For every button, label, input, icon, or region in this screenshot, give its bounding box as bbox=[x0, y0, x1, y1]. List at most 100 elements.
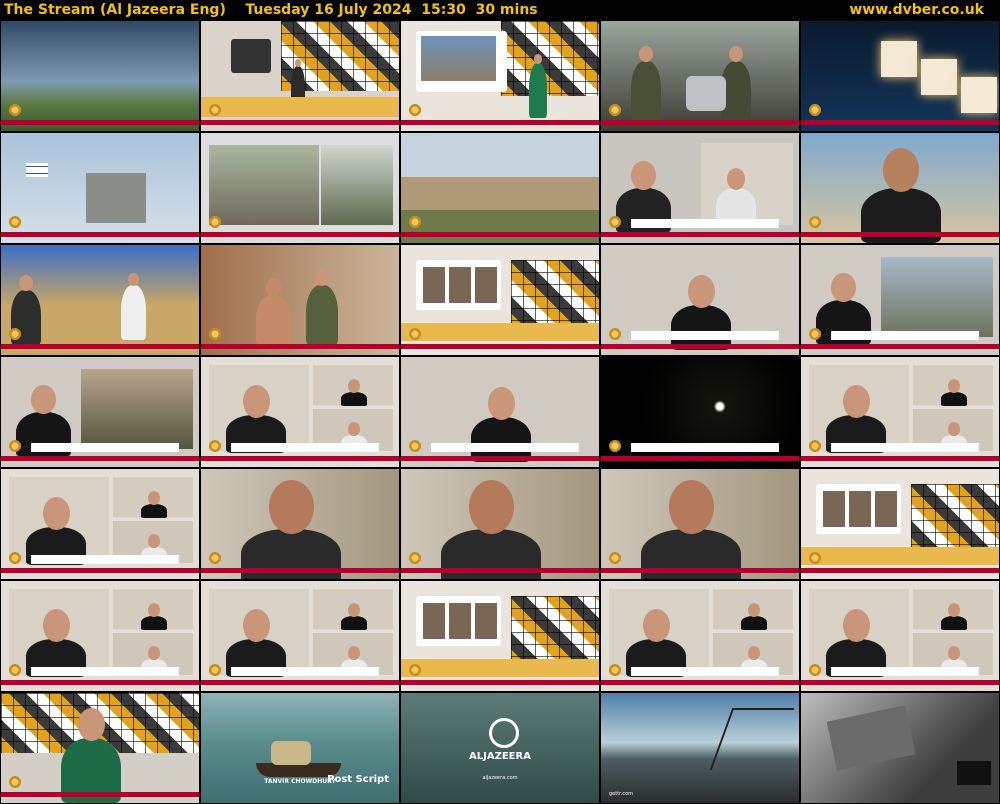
thumbnail-tile[interactable] bbox=[200, 20, 400, 132]
thumbnail-tile[interactable] bbox=[0, 20, 200, 132]
person-head bbox=[883, 148, 919, 192]
studio-floor bbox=[201, 97, 399, 117]
channel-logo-icon bbox=[608, 327, 622, 341]
thumbnail-tile[interactable] bbox=[800, 580, 1000, 692]
person-head bbox=[842, 609, 870, 642]
promo-card bbox=[957, 761, 991, 785]
news-ticker bbox=[401, 344, 599, 349]
broadcast-time: 15:30 bbox=[421, 2, 466, 18]
aljazeera-logo-icon bbox=[489, 718, 519, 748]
person-head bbox=[19, 275, 33, 292]
caption-bar bbox=[831, 331, 979, 340]
thumbnail-tile[interactable] bbox=[800, 692, 1000, 804]
caption-bar bbox=[31, 667, 179, 676]
news-ticker bbox=[801, 456, 999, 461]
thumbnail-tile[interactable] bbox=[0, 580, 200, 692]
thumbnail-tile[interactable] bbox=[200, 244, 400, 356]
vehicle bbox=[686, 76, 726, 111]
thumbnail-tile[interactable] bbox=[800, 244, 1000, 356]
paper bbox=[826, 705, 916, 771]
screen-face bbox=[449, 267, 471, 303]
person-head bbox=[642, 609, 670, 642]
person-head bbox=[242, 609, 270, 642]
thumbnail-tile[interactable] bbox=[800, 468, 1000, 580]
thumbnail-tile[interactable] bbox=[600, 244, 800, 356]
channel-logo-icon bbox=[408, 439, 422, 453]
channel-logo-icon bbox=[408, 327, 422, 341]
person-head bbox=[831, 272, 856, 303]
thumbnail-tile[interactable] bbox=[600, 20, 800, 132]
thumbnail-tile[interactable] bbox=[400, 132, 600, 244]
thumbnail-tile[interactable] bbox=[200, 132, 400, 244]
person-head bbox=[842, 385, 870, 418]
screen-face bbox=[423, 603, 445, 639]
thumbnail-tile[interactable] bbox=[600, 356, 800, 468]
light-block bbox=[961, 77, 997, 113]
person-body bbox=[529, 63, 547, 118]
thumbnail-tile[interactable]: gettr.com bbox=[600, 692, 800, 804]
person-head bbox=[42, 609, 70, 642]
person-head bbox=[77, 708, 105, 741]
thumbnail-tile[interactable] bbox=[400, 356, 600, 468]
thumbnail-tile[interactable] bbox=[600, 468, 800, 580]
person-head bbox=[468, 479, 514, 534]
caption-bar bbox=[231, 443, 379, 452]
news-ticker bbox=[601, 344, 799, 349]
person-body bbox=[141, 504, 167, 518]
channel-logo-icon bbox=[608, 215, 622, 229]
thumbnail-tile[interactable] bbox=[400, 20, 600, 132]
caption-bar bbox=[31, 443, 179, 452]
person-head bbox=[242, 385, 270, 418]
thumbnail-tile[interactable] bbox=[400, 244, 600, 356]
news-ticker bbox=[201, 456, 399, 461]
title-bar: The Stream (Al Jazeera Eng) Tuesday 16 J… bbox=[0, 0, 1000, 20]
thumbnail-tile[interactable] bbox=[800, 356, 1000, 468]
screen-face bbox=[449, 603, 471, 639]
person-body bbox=[631, 61, 661, 121]
person-body bbox=[941, 392, 967, 406]
news-ticker bbox=[801, 568, 999, 573]
channel-logo-icon bbox=[408, 103, 422, 117]
thumbnail-tile[interactable] bbox=[200, 468, 400, 580]
person-head bbox=[31, 384, 56, 415]
news-ticker bbox=[801, 232, 999, 237]
news-ticker bbox=[401, 568, 599, 573]
thumbnail-tile[interactable] bbox=[800, 20, 1000, 132]
channel-logo-icon bbox=[8, 775, 22, 789]
video-right bbox=[321, 145, 393, 225]
thumbnail-tile[interactable] bbox=[200, 580, 400, 692]
person-head bbox=[948, 422, 960, 437]
channel-logo-icon bbox=[808, 439, 822, 453]
light-block bbox=[881, 41, 917, 77]
person-head bbox=[314, 269, 330, 287]
thumbnail-tile[interactable] bbox=[600, 580, 800, 692]
thumbnail-tile[interactable] bbox=[0, 244, 200, 356]
channel-logo-icon bbox=[8, 327, 22, 341]
thumbnail-tile[interactable] bbox=[600, 132, 800, 244]
news-ticker bbox=[1, 232, 199, 237]
thumbnail-tile[interactable] bbox=[800, 132, 1000, 244]
channel-logo-icon bbox=[408, 663, 422, 677]
person-head bbox=[265, 277, 282, 297]
person-head bbox=[348, 379, 360, 394]
thumbnail-tile[interactable] bbox=[200, 356, 400, 468]
thumbnail-tile[interactable] bbox=[400, 580, 600, 692]
thumbnail-tile[interactable] bbox=[0, 692, 200, 804]
channel-logo-icon bbox=[608, 663, 622, 677]
thumbnail-tile[interactable]: ALJAZEERA aljazeera.com bbox=[400, 692, 600, 804]
channel-logo-icon bbox=[408, 215, 422, 229]
studio-screen bbox=[231, 39, 271, 73]
site-link[interactable]: www.dvber.co.uk bbox=[849, 2, 1000, 18]
bridge bbox=[709, 708, 795, 770]
thumbnail-tile[interactable] bbox=[0, 468, 200, 580]
thumbnail-tile[interactable] bbox=[0, 356, 200, 468]
thumbnail-grid: TANVIR CHOWDHURY Post Script ALJAZEERA alja… bbox=[0, 20, 1000, 804]
channel-logo-icon bbox=[808, 103, 822, 117]
thumbnail-tile[interactable] bbox=[0, 132, 200, 244]
thumbnail-tile[interactable] bbox=[400, 468, 600, 580]
channel-logo-icon bbox=[8, 663, 22, 677]
thumbnail-tile[interactable]: TANVIR CHOWDHURY Post Script bbox=[200, 692, 400, 804]
person-body bbox=[141, 616, 167, 630]
person-head bbox=[948, 646, 960, 661]
screen-face bbox=[475, 603, 497, 639]
